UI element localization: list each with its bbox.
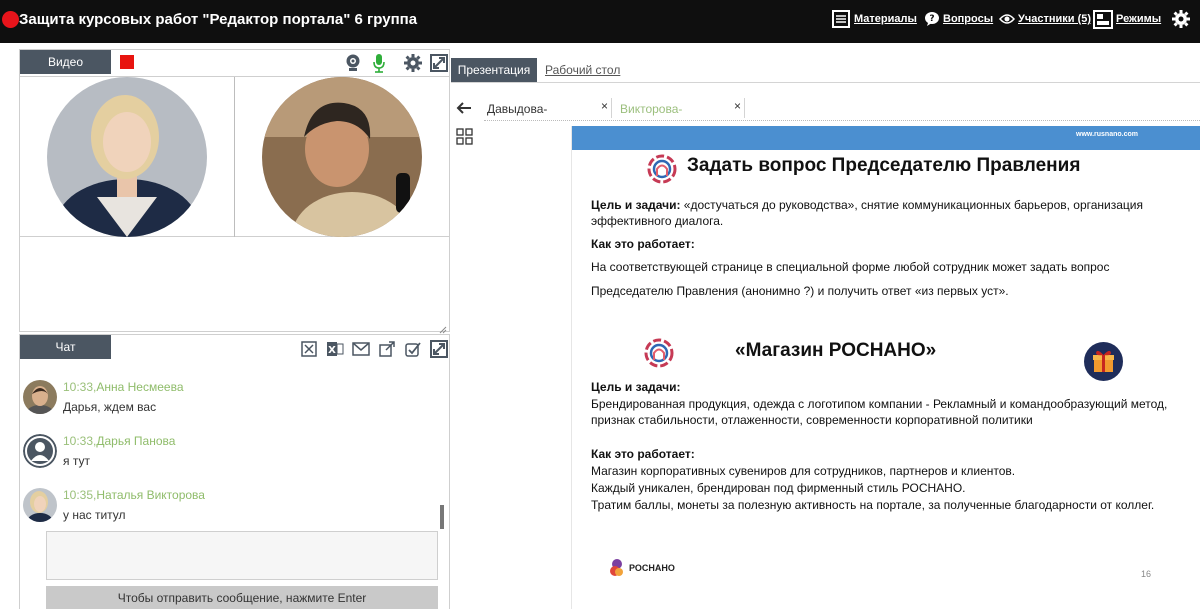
svg-text:?: ?	[929, 14, 934, 24]
eye-icon	[999, 14, 1015, 24]
question-logo-icon	[647, 154, 677, 184]
slide-header-bar: www.rusnano.com	[572, 126, 1200, 150]
slide-how-line-1: Магазин корпоративных сувениров для сотр…	[591, 464, 1016, 478]
chat-text: я тут	[63, 454, 90, 468]
doc-tab-2[interactable]: Викторова- ×	[614, 98, 745, 118]
doc-tab-label: Давыдова-	[487, 102, 548, 116]
chat-toolbar: X	[299, 339, 449, 359]
materials-label: Материалы	[854, 13, 917, 25]
recording-indicator-icon	[2, 11, 19, 28]
layout-modes-icon	[1093, 9, 1113, 29]
send-hint-bar[interactable]: Чтобы отправить сообщение, нажмите Enter	[46, 586, 438, 609]
rosnano-logo-icon	[610, 559, 623, 576]
how-label: Как это работает:	[591, 237, 695, 251]
tab-presentation[interactable]: Презентация	[451, 58, 537, 82]
video-tiles	[20, 76, 449, 237]
participants-button[interactable]: Участники (5)	[999, 9, 1091, 29]
doc-tab-label: Викторова-	[620, 102, 683, 116]
chat-text: у нас титул	[63, 508, 126, 522]
slide-heading-1: Задать вопрос Председателю Правления	[687, 155, 1081, 176]
goal-label: Цель и задачи:	[591, 380, 681, 394]
tab-desktop[interactable]: Рабочий стол	[545, 63, 620, 77]
clear-icon[interactable]	[299, 339, 319, 359]
brand-name: РОСНАНО	[629, 563, 675, 573]
top-bar: Защита курсовых работ "Редактор портала"…	[0, 0, 1200, 43]
default-avatar-icon	[23, 434, 57, 468]
excel-icon[interactable]: X	[325, 339, 345, 359]
video-tile-1[interactable]	[20, 77, 235, 237]
close-icon[interactable]: ×	[734, 99, 741, 113]
microphone-icon[interactable]	[369, 53, 389, 73]
expand-icon[interactable]	[429, 339, 449, 359]
participant-video-2	[262, 77, 422, 237]
gift-icon	[1084, 342, 1123, 381]
thumbnails-grid-icon[interactable]	[456, 128, 473, 150]
chat-author[interactable]: Анна Несмеева	[96, 380, 183, 394]
record-stop-icon[interactable]	[120, 55, 134, 69]
shop-logo-icon	[644, 338, 674, 368]
slide-heading-2: «Магазин РОСНАНО»	[735, 340, 937, 361]
export-icon[interactable]	[377, 339, 397, 359]
questions-label: Вопросы	[943, 13, 994, 25]
chat-time: 10:33,	[63, 380, 97, 394]
video-tab[interactable]: Видео	[20, 50, 111, 74]
chat-time: 10:35,	[63, 488, 97, 502]
resize-grip-icon[interactable]	[439, 321, 447, 334]
slide-page-number: 16	[1141, 569, 1152, 579]
presentation-panel: Презентация Рабочий стол Давыдова- × Вик…	[451, 58, 1200, 609]
chat-time: 10:33,	[63, 434, 97, 448]
tabs-divider	[451, 82, 1200, 83]
settings-button[interactable]	[1171, 9, 1191, 29]
slide-how-label-1: Как это работает:	[591, 236, 1196, 252]
modes-button[interactable]: Режимы	[1093, 9, 1161, 29]
svg-text:X: X	[328, 345, 336, 356]
participants-label: Участники (5)	[1018, 13, 1092, 25]
avatar	[23, 380, 57, 414]
brand-logo: РОСНАНО	[609, 558, 675, 578]
chat-input[interactable]	[46, 531, 438, 580]
materials-button[interactable]: Материалы	[831, 9, 917, 29]
chat-author[interactable]: Наталья Викторова	[96, 488, 205, 502]
close-icon[interactable]: ×	[601, 99, 608, 113]
slide-how-line-2: Каждый уникален, брендирован под фирменн…	[591, 481, 966, 495]
expand-icon[interactable]	[429, 53, 449, 73]
question-bubble-icon: ?	[925, 12, 939, 26]
slide-goal-1: Цель и задачи: «достучаться до руководст…	[591, 197, 1196, 229]
chat-text: Дарья, ждем вас	[63, 400, 157, 414]
back-arrow-icon[interactable]	[456, 101, 472, 119]
video-panel: Видео	[19, 49, 450, 334]
slide-goal-text-2: Брендированная продукция, одежда с логот…	[591, 397, 1168, 427]
doc-tabs-divider	[484, 120, 1200, 121]
slide-how-label-2: Как это работает:	[591, 446, 1196, 462]
materials-icon	[832, 10, 850, 28]
slide-url: www.rusnano.com	[1076, 131, 1138, 138]
slide-goal-label-2: Цель и задачи:	[591, 379, 1196, 395]
doc-tab-1[interactable]: Давыдова- ×	[484, 98, 612, 118]
slide-how-text-1b: Председателю Правления (анонимно ?) и по…	[591, 284, 1009, 298]
check-icon[interactable]	[403, 339, 423, 359]
session-title: Защита курсовых работ "Редактор портала"…	[19, 11, 418, 28]
questions-button[interactable]: ? Вопросы	[924, 9, 993, 29]
webcam-icon[interactable]	[343, 53, 363, 73]
modes-label: Режимы	[1116, 13, 1162, 25]
how-label: Как это работает:	[591, 447, 695, 461]
gear-icon[interactable]	[403, 53, 423, 73]
avatar	[23, 488, 57, 522]
slide-how-text-1a: На соответствующей странице в специально…	[591, 260, 1110, 274]
video-tile-2[interactable]	[235, 77, 449, 237]
slide: www.rusnano.com Задать вопрос Председате…	[571, 126, 1200, 609]
chat-scrollbar[interactable]	[440, 505, 444, 529]
mail-icon[interactable]	[351, 339, 371, 359]
video-toolbar	[343, 53, 449, 73]
goal-label: Цель и задачи:	[591, 198, 681, 212]
gear-icon	[1172, 10, 1190, 28]
slide-how-line-3: Тратим баллы, монеты за полезную активно…	[591, 498, 1155, 512]
chat-author[interactable]: Дарья Панова	[96, 434, 175, 448]
chat-tab[interactable]: Чат	[20, 335, 111, 359]
chat-panel: Чат X 10:33,Анна Несмеева Дарья, ждем ва…	[19, 334, 450, 609]
participant-video-1	[47, 77, 207, 237]
